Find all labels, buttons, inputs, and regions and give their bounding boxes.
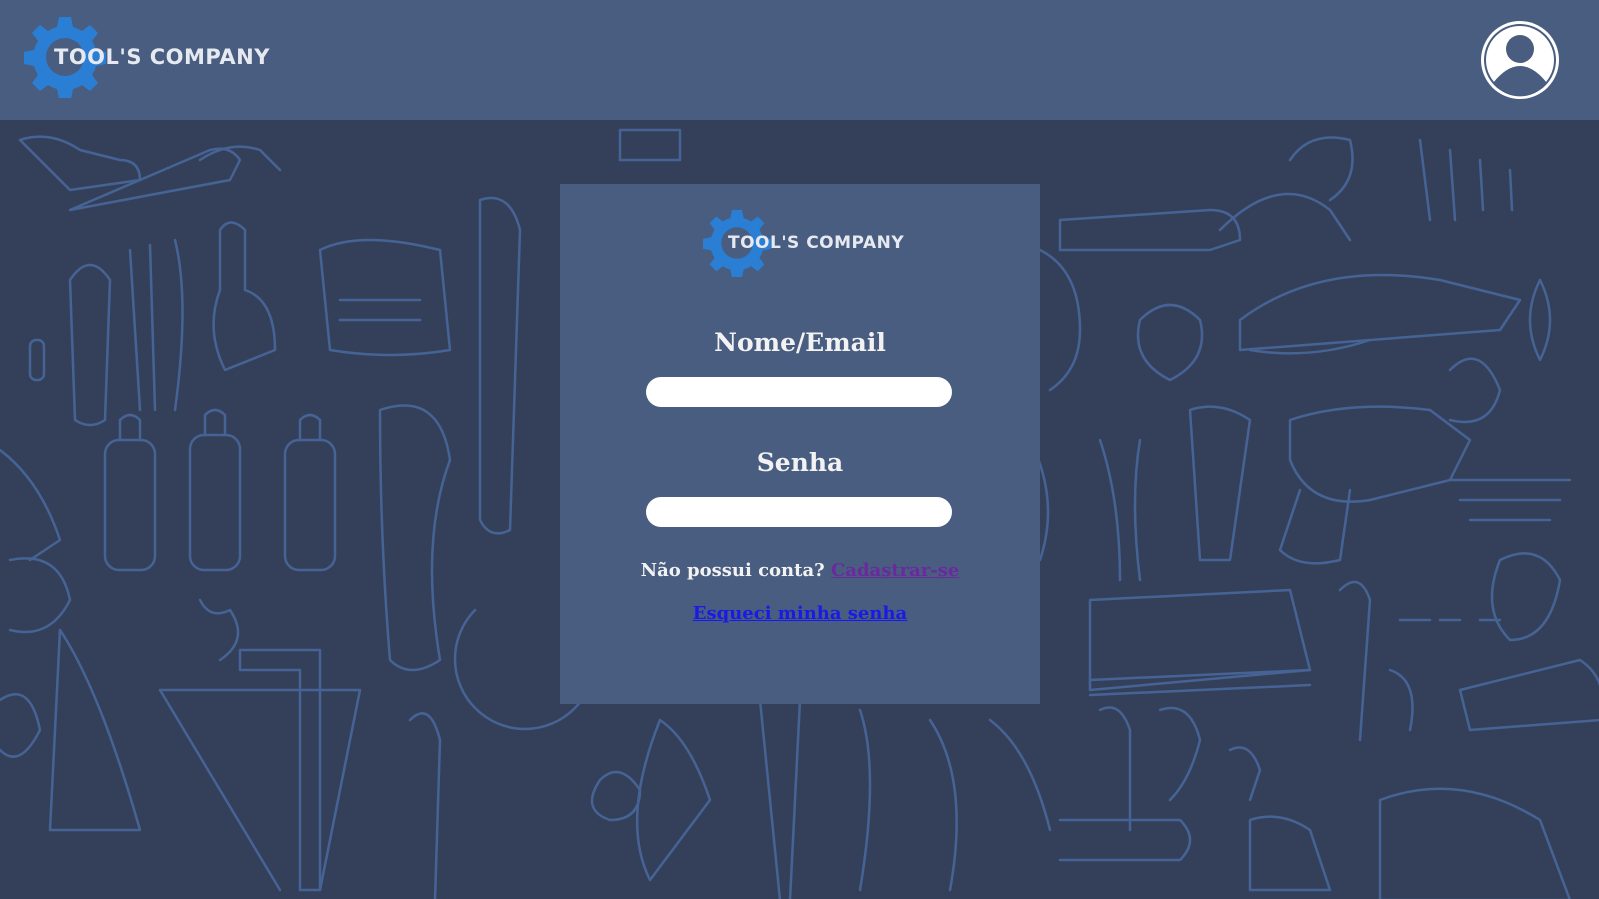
card-logo: TOOL'S COMPANY	[703, 209, 904, 277]
user-circle-icon	[1481, 21, 1559, 99]
header-logo[interactable]: TOOL'S COMPANY	[24, 16, 270, 98]
name-email-label: Nome/Email	[714, 328, 886, 357]
login-card: TOOL'S COMPANY Nome/Email Senha Não poss…	[560, 184, 1040, 704]
password-label: Senha	[756, 448, 844, 477]
card-logo-text: TOOL'S COMPANY	[728, 233, 905, 253]
password-input[interactable]	[646, 497, 952, 527]
top-header: TOOL'S COMPANY	[0, 0, 1599, 120]
forgot-password-link[interactable]: Esqueci minha senha	[693, 603, 907, 624]
user-avatar-button[interactable]	[1479, 19, 1561, 101]
signup-prompt: Não possui conta? Cadastrar-se	[560, 560, 1040, 581]
forgot-password: Esqueci minha senha	[560, 603, 1040, 624]
signup-link[interactable]: Cadastrar-se	[831, 560, 959, 581]
header-logo-text: TOOL'S COMPANY	[54, 45, 270, 69]
name-email-input[interactable]	[646, 377, 952, 407]
no-account-text: Não possui conta?	[640, 560, 825, 581]
